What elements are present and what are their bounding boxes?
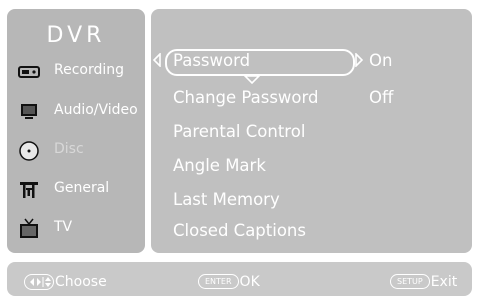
menu-item-closed-captions[interactable]: Closed Captions: [173, 221, 306, 240]
sidebar-item-label: Recording: [54, 62, 125, 78]
left-arrow-icon[interactable]: [152, 53, 162, 67]
sidebar-item-tv[interactable]: TV: [7, 215, 145, 241]
menu-item-angle-mark[interactable]: Angle Mark: [173, 156, 266, 175]
sidebar-item-general[interactable]: General: [7, 176, 145, 202]
password-value[interactable]: On: [369, 51, 392, 70]
ok-hint: ENTER OK: [198, 271, 260, 290]
navigate-keys-icon: [24, 273, 54, 290]
ok-label: OK: [239, 273, 260, 290]
change-password-value[interactable]: Off: [369, 88, 393, 107]
sidebar-item-label: TV: [54, 219, 73, 235]
menu-item-password[interactable]: Password: [173, 51, 250, 70]
sidebar-item-recording[interactable]: Recording: [7, 58, 145, 84]
disc-icon: [17, 140, 41, 161]
menu-item-change-password[interactable]: Change Password: [173, 88, 319, 107]
setup-key: SETUP: [390, 274, 430, 289]
recording-icon: [17, 61, 41, 81]
sidebar-item-audio-video[interactable]: Audio/Video: [7, 98, 145, 124]
sidebar: DVR Recording Audio/Video Disc General T…: [7, 9, 145, 253]
sidebar-item-label: General: [54, 180, 110, 196]
exit-label: Exit: [430, 273, 458, 290]
down-arrow-icon[interactable]: [244, 75, 260, 85]
sidebar-item-label: Audio/Video: [54, 102, 138, 118]
right-arrow-icon[interactable]: [354, 53, 364, 67]
choose-label: Choose: [55, 273, 107, 290]
sidebar-item-disc[interactable]: Disc: [7, 137, 145, 163]
sidebar-item-label: Disc: [54, 141, 84, 157]
choose-hint: Choose: [24, 271, 107, 290]
enter-key: ENTER: [198, 274, 239, 289]
general-settings-icon: [17, 179, 41, 199]
tv-icon: [17, 218, 41, 238]
monitor-icon: [17, 101, 41, 121]
exit-hint: SETUP Exit: [390, 271, 458, 290]
menu-item-parental-control[interactable]: Parental Control: [173, 122, 305, 141]
sidebar-title: DVR: [46, 23, 106, 48]
menu-item-last-memory[interactable]: Last Memory: [173, 190, 280, 209]
footer-bar: Choose ENTER OK SETUP Exit: [7, 262, 472, 296]
settings-panel: Password On Change Password Off Parental…: [151, 9, 472, 253]
